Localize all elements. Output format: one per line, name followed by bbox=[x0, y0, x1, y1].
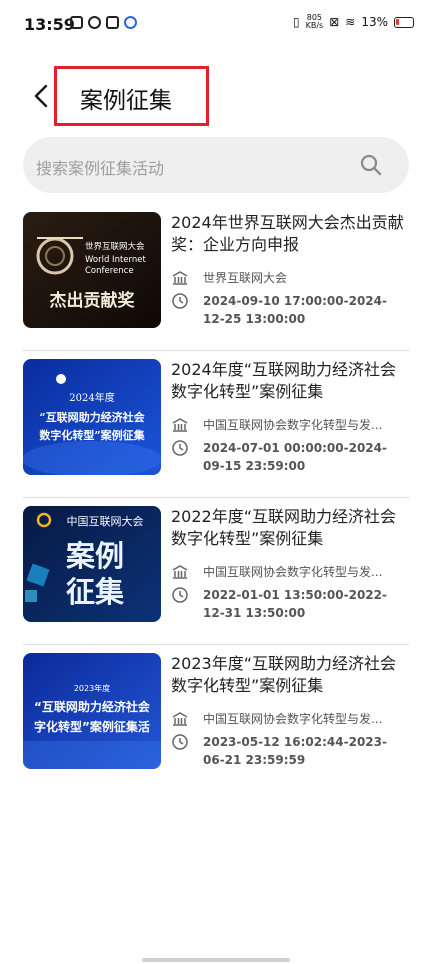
notification-app-icon bbox=[70, 16, 83, 29]
thumb-text: “互联网助力经济社会 bbox=[39, 410, 145, 424]
thumb-text: 中国互联网大会 bbox=[67, 514, 144, 528]
clock-icon bbox=[172, 293, 188, 309]
item-title: 2024年世界互联网大会杰出贡献奖：企业方向申报 bbox=[171, 213, 404, 254]
thumb-text: 2023年度 bbox=[74, 683, 110, 693]
thumbnail-image: 中国互联网大会 案例 征集 bbox=[23, 506, 161, 622]
notification-icons bbox=[70, 16, 137, 29]
thumbnail-image: 世界互联网大会 World Internet Conference 杰出贡献奖 bbox=[23, 212, 161, 328]
clock-icon bbox=[172, 440, 188, 456]
search-icon[interactable] bbox=[359, 153, 383, 177]
item-title: 2024年度“互联网助力经济社会数字化转型”案例征集 bbox=[171, 360, 397, 401]
sim-icon: ⊠ bbox=[329, 15, 340, 29]
notification-app-icon bbox=[106, 16, 119, 29]
item-time: 2022-01-01 13:50:00-2022-12-31 13:50:00 bbox=[171, 586, 407, 622]
search-bar[interactable]: 搜索案例征集活动 bbox=[23, 137, 409, 193]
back-button[interactable] bbox=[34, 84, 48, 111]
item-organizer: 中国互联网协会数字化转型与发... bbox=[171, 710, 407, 728]
item-time: 2024-09-10 17:00:00-2024-12-25 13:00:00 bbox=[171, 292, 407, 328]
item-time: 2023-05-12 16:02:44-2023-06-21 23:59:59 bbox=[171, 733, 407, 769]
institution-icon bbox=[172, 418, 188, 432]
item-organizer: 世界互联网大会 bbox=[171, 269, 407, 287]
battery-icon bbox=[394, 16, 414, 28]
search-input[interactable]: 搜索案例征集活动 bbox=[36, 155, 164, 179]
status-right: ▯ 805 KB/s ⊠ ≋ 13% bbox=[293, 14, 414, 30]
thumb-text: 字化转型”案例征集活 bbox=[34, 719, 150, 734]
clock-icon bbox=[172, 587, 188, 603]
home-indicator[interactable] bbox=[142, 958, 290, 962]
item-organizer: 中国互联网协会数字化转型与发... bbox=[171, 416, 407, 434]
thumb-text: 2024年度 bbox=[69, 391, 114, 404]
list-item[interactable]: 中国互联网大会 案例 征集 2022年度“互联网助力经济社会数字化转型”案例征集… bbox=[23, 498, 409, 645]
thumb-text: 案例 bbox=[66, 539, 124, 573]
net-speed: 805 KB/s bbox=[305, 13, 324, 30]
item-organizer: 中国互联网协会数字化转型与发... bbox=[171, 563, 407, 581]
item-title: 2022年度“互联网助力经济社会数字化转型”案例征集 bbox=[171, 507, 397, 548]
list-item[interactable]: 世界互联网大会 World Internet Conference 杰出贡献奖 … bbox=[23, 204, 409, 351]
chevron-left-icon bbox=[34, 84, 48, 108]
thumbnail-image: 2023年度 “互联网助力经济社会 字化转型”案例征集活 bbox=[23, 653, 161, 769]
header: 案例征集 bbox=[0, 66, 432, 126]
institution-icon bbox=[172, 271, 188, 285]
institution-icon bbox=[172, 565, 188, 579]
vibrate-icon: ▯ bbox=[292, 15, 300, 29]
status-bar: 13:59 ▯ 805 KB/s ⊠ ≋ 13% bbox=[0, 0, 432, 50]
battery-percent: 13% bbox=[361, 15, 388, 29]
item-title: 2023年度“互联网助力经济社会数字化转型”案例征集 bbox=[171, 654, 397, 695]
thumb-text: 世界互联网大会 bbox=[85, 241, 145, 252]
page-title: 案例征集 bbox=[80, 88, 172, 114]
item-time: 2024-07-01 00:00:00-2024-09-15 23:59:00 bbox=[171, 439, 407, 475]
list-item[interactable]: 2023年度 “互联网助力经济社会 字化转型”案例征集活 2023年度“互联网助… bbox=[23, 645, 409, 791]
wifi-icon: ≋ bbox=[345, 15, 356, 29]
list-item[interactable]: 2024年度 “互联网助力经济社会 数字化转型”案例征集 2024年度“互联网助… bbox=[23, 351, 409, 498]
notification-app-icon bbox=[124, 16, 137, 29]
thumb-text: Conference bbox=[85, 266, 134, 276]
case-list: 世界互联网大会 World Internet Conference 杰出贡献奖 … bbox=[23, 204, 409, 791]
thumb-text: 征集 bbox=[66, 575, 125, 609]
thumb-text: World Internet bbox=[85, 255, 146, 265]
clock-icon bbox=[172, 734, 188, 750]
thumb-text: “互联网助力经济社会 bbox=[34, 699, 151, 714]
thumbnail-image: 2024年度 “互联网助力经济社会 数字化转型”案例征集 bbox=[23, 359, 161, 475]
institution-icon bbox=[172, 712, 188, 726]
thumb-text: 数字化转型”案例征集 bbox=[39, 428, 145, 442]
status-time: 13:59 bbox=[24, 15, 75, 34]
thumb-text: 杰出贡献奖 bbox=[50, 290, 136, 311]
notification-app-icon bbox=[88, 16, 101, 29]
